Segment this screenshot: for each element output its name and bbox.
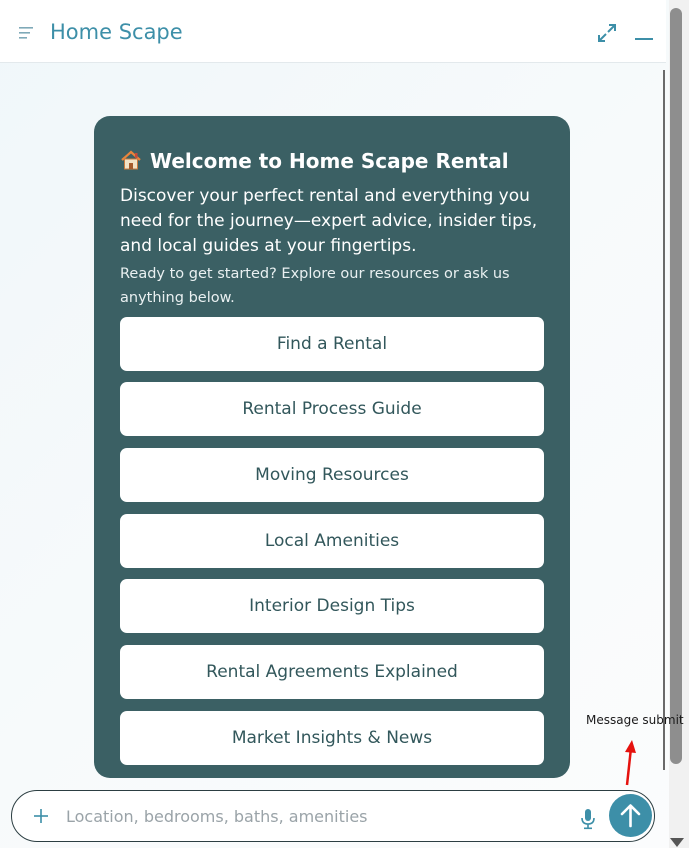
scroll-down-arrow-icon[interactable] [669, 836, 685, 848]
microphone-icon[interactable] [579, 808, 597, 830]
expand-icon[interactable] [597, 23, 617, 43]
message-input[interactable] [66, 799, 566, 833]
menu-icon[interactable] [19, 26, 35, 40]
welcome-title-row: Welcome to Home Scape Rental [120, 148, 560, 174]
tooltip-arrow-icon [625, 740, 636, 786]
message-input-bar [11, 790, 655, 842]
moving-resources-button[interactable]: Moving Resources [120, 448, 544, 502]
local-amenities-button[interactable]: Local Amenities [120, 514, 544, 568]
find-rental-button[interactable]: Find a Rental [120, 317, 544, 371]
divider-line [663, 70, 665, 770]
interior-design-tips-button[interactable]: Interior Design Tips [120, 579, 544, 633]
house-icon [121, 150, 141, 170]
app-title: Home Scape [50, 20, 183, 44]
arrow-up-icon [620, 804, 641, 828]
minimize-icon[interactable] [634, 26, 654, 42]
chat-header: Home Scape [0, 0, 666, 63]
welcome-title: Welcome to Home Scape Rental [150, 149, 509, 173]
plus-icon[interactable] [32, 807, 50, 825]
rental-agreements-button[interactable]: Rental Agreements Explained [120, 645, 544, 699]
welcome-subtext: Ready to get started? Explore our resour… [120, 266, 510, 306]
welcome-card: Welcome to Home Scape Rental Discover yo… [94, 116, 570, 778]
scrollbar-thumb[interactable] [670, 8, 682, 764]
welcome-description: Discover your perfect rental and everyth… [120, 186, 538, 256]
message-submit-tooltip: Message submit [586, 713, 684, 727]
rental-process-guide-button[interactable]: Rental Process Guide [120, 382, 544, 436]
market-insights-button[interactable]: Market Insights & News [120, 711, 544, 765]
send-button[interactable] [609, 794, 652, 837]
